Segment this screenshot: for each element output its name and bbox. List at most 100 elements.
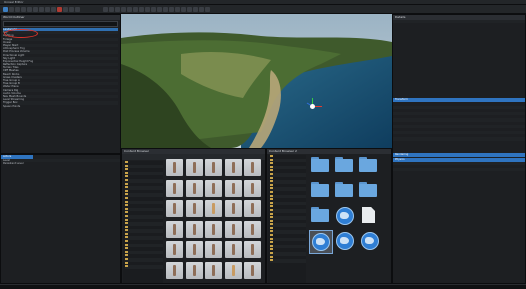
asset-thumbnail[interactable] bbox=[224, 261, 242, 279]
folder-icon[interactable] bbox=[335, 157, 353, 172]
transform-gizmo-icon[interactable] bbox=[306, 98, 322, 114]
asset-thumbnail[interactable] bbox=[224, 241, 242, 258]
play-icon[interactable] bbox=[69, 7, 74, 12]
tool-icon[interactable] bbox=[198, 7, 204, 12]
asset-thumbnail[interactable] bbox=[224, 159, 242, 176]
select-mode-icon[interactable] bbox=[27, 7, 32, 12]
asset-thumbnail[interactable] bbox=[166, 261, 183, 279]
outliner-search-input[interactable] bbox=[3, 21, 118, 27]
character-figure bbox=[192, 203, 196, 214]
asset-thumbnail[interactable] bbox=[185, 200, 203, 217]
asset-thumbnail[interactable] bbox=[244, 200, 261, 217]
folder-tree-item[interactable] bbox=[270, 259, 306, 263]
list-item[interactable]: Persistent Level bbox=[1, 162, 120, 165]
folder-icon[interactable] bbox=[359, 182, 377, 197]
content-browser: Content Browser bbox=[121, 148, 266, 284]
asset-thumbnail[interactable] bbox=[166, 241, 183, 258]
asset-thumbnail[interactable] bbox=[224, 200, 242, 217]
tool-icon[interactable] bbox=[180, 7, 186, 12]
folder-tree-item[interactable] bbox=[125, 265, 163, 269]
folder-icon[interactable] bbox=[311, 157, 329, 172]
asset-thumbnail[interactable] bbox=[224, 220, 242, 238]
list-item[interactable] bbox=[393, 168, 525, 172]
asset-thumbnail[interactable] bbox=[185, 220, 203, 238]
asset-thumbnail[interactable] bbox=[205, 200, 222, 217]
asset-thumbnail[interactable] bbox=[205, 241, 222, 258]
document-icon[interactable] bbox=[362, 207, 375, 223]
details-panel: Details Transform Rendering Physics bbox=[392, 14, 526, 284]
tool-icon[interactable] bbox=[162, 7, 168, 12]
asset-thumbnail[interactable] bbox=[205, 220, 222, 238]
terrain-render bbox=[121, 14, 392, 148]
globe-icon[interactable] bbox=[336, 232, 354, 250]
asset-thumbnail[interactable] bbox=[205, 179, 222, 197]
globe-icon[interactable] bbox=[361, 232, 379, 250]
character-figure bbox=[251, 162, 254, 173]
tool-icon[interactable] bbox=[186, 7, 192, 12]
tool-icon[interactable] bbox=[168, 7, 174, 12]
redo-icon[interactable] bbox=[21, 7, 26, 12]
folder-icon[interactable] bbox=[359, 157, 377, 172]
outliner-row[interactable]: Spawn Points bbox=[3, 105, 118, 108]
asset-thumbnail[interactable] bbox=[166, 220, 183, 238]
folder-icon[interactable] bbox=[311, 207, 329, 222]
asset-thumbnail[interactable] bbox=[166, 200, 183, 217]
character-figure bbox=[212, 182, 215, 194]
character-figure bbox=[173, 203, 176, 214]
tool-icon[interactable] bbox=[150, 7, 156, 12]
tool-icon[interactable] bbox=[126, 7, 132, 12]
tool-icon[interactable] bbox=[120, 7, 126, 12]
asset-thumbnail[interactable] bbox=[185, 159, 203, 176]
tool-icon[interactable] bbox=[192, 7, 198, 12]
save-icon[interactable] bbox=[3, 7, 8, 12]
asset-thumbnail[interactable] bbox=[205, 261, 222, 279]
character-figure bbox=[251, 223, 254, 235]
main-toolbar bbox=[0, 5, 526, 14]
content-browser-2-title: Content Browser 2 bbox=[267, 149, 391, 154]
viewport[interactable] bbox=[121, 14, 392, 148]
asset-thumbnail[interactable] bbox=[185, 179, 203, 197]
snap-icon[interactable] bbox=[51, 7, 56, 12]
character-figure bbox=[231, 182, 235, 194]
character-figure bbox=[192, 244, 196, 255]
asset-thumbnail[interactable] bbox=[244, 159, 261, 176]
settings-icon[interactable] bbox=[75, 7, 80, 12]
asset-thumbnail[interactable] bbox=[244, 179, 261, 197]
outliner-list: Landscape Sky Lighting Foliage Ocean Player S… bbox=[1, 28, 120, 108]
globe-icon[interactable] bbox=[336, 207, 354, 225]
tool-icon[interactable] bbox=[108, 7, 114, 12]
open-icon[interactable] bbox=[9, 7, 14, 12]
asset-thumbnail[interactable] bbox=[224, 179, 242, 197]
asset-thumbnail[interactable] bbox=[185, 241, 203, 258]
asset-thumbnail[interactable] bbox=[244, 241, 261, 258]
rotate-icon[interactable] bbox=[39, 7, 44, 12]
details-section-rendering[interactable]: Rendering bbox=[393, 152, 525, 157]
tool-icon[interactable] bbox=[204, 7, 210, 12]
asset-thumbnail[interactable] bbox=[244, 261, 261, 279]
undo-icon[interactable] bbox=[15, 7, 20, 12]
asset-thumbnail[interactable] bbox=[244, 220, 261, 238]
move-icon[interactable] bbox=[33, 7, 38, 12]
build-icon[interactable] bbox=[63, 7, 68, 12]
tool-icon[interactable] bbox=[132, 7, 138, 12]
tool-icon[interactable] bbox=[102, 7, 108, 12]
tool-icon[interactable] bbox=[114, 7, 120, 12]
asset-thumbnail[interactable] bbox=[166, 179, 183, 197]
character-figure bbox=[212, 203, 215, 214]
selected-asset[interactable] bbox=[309, 230, 333, 254]
tool-icon[interactable] bbox=[138, 7, 144, 12]
asset-thumbnail[interactable] bbox=[205, 159, 222, 176]
character-figure bbox=[231, 244, 235, 255]
tool-icon[interactable] bbox=[174, 7, 180, 12]
asset-thumbnail[interactable] bbox=[185, 261, 203, 279]
character-figure bbox=[212, 162, 215, 173]
tool-icon[interactable] bbox=[156, 7, 162, 12]
scale-icon[interactable] bbox=[45, 7, 50, 12]
record-icon[interactable] bbox=[57, 7, 62, 12]
folder-icon[interactable] bbox=[311, 182, 329, 197]
character-figure bbox=[251, 264, 254, 276]
asset-thumbnail[interactable] bbox=[166, 159, 183, 176]
character-figure bbox=[173, 182, 176, 194]
folder-icon[interactable] bbox=[335, 182, 353, 197]
tool-icon[interactable] bbox=[144, 7, 150, 12]
